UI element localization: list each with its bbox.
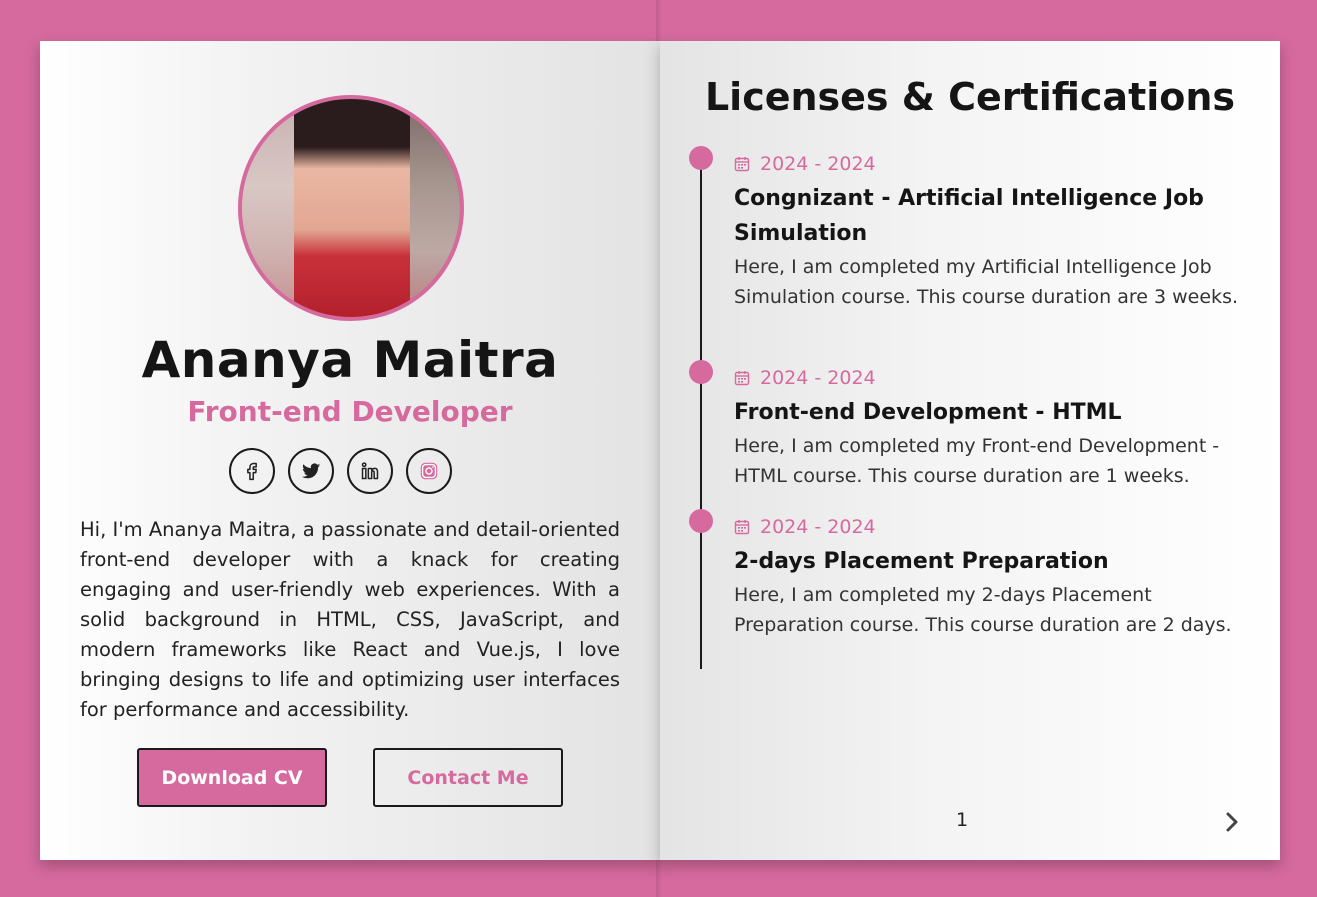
timeline-entry: 2024 - 2024 Front-end Development - HTML… <box>689 360 1244 491</box>
timeline-dot <box>689 360 713 384</box>
entry-date: 2024 - 2024 <box>734 514 1244 540</box>
timeline-line <box>700 161 702 669</box>
timeline-entry: 2024 - 2024 2-days Placement Preparation… <box>689 509 1244 640</box>
facebook-icon <box>247 462 257 481</box>
entry-description: Here, I am completed my Front-end Develo… <box>734 435 1220 487</box>
download-cv-button[interactable]: Download CV <box>137 748 327 807</box>
facebook-link[interactable] <box>229 448 275 494</box>
entry-title: Front-end Development - HTML <box>734 400 1122 425</box>
contact-me-button[interactable]: Contact Me <box>373 748 563 807</box>
page-number: 1 <box>956 809 969 831</box>
calendar-icon <box>734 520 750 535</box>
timeline-dot <box>689 509 713 533</box>
entry-date-text: 2024 - 2024 <box>760 516 876 538</box>
avatar-portrait <box>294 99 410 317</box>
profile-role: Front-end Developer <box>187 395 513 428</box>
linkedin-link[interactable] <box>347 448 393 494</box>
instagram-icon <box>420 462 438 480</box>
entry-description: Here, I am completed my 2-days Placement… <box>734 584 1232 636</box>
timeline-entry: 2024 - 2024 Congnizant - Artificial Inte… <box>689 146 1244 312</box>
timeline-dot <box>689 146 713 170</box>
profile-avatar <box>238 95 464 321</box>
linkedin-icon <box>361 462 379 480</box>
entry-date-text: 2024 - 2024 <box>760 153 876 175</box>
profile-bio: Hi, I'm Ananya Maitra, a passionate and … <box>80 518 620 721</box>
section-title: Licenses & Certifications <box>704 75 1236 119</box>
social-links <box>229 448 452 494</box>
avatar-background <box>242 99 294 317</box>
entry-date-text: 2024 - 2024 <box>760 367 876 389</box>
avatar-background <box>410 99 460 317</box>
next-page-button[interactable] <box>1220 809 1244 835</box>
calendar-icon <box>734 371 750 386</box>
entry-title: Congnizant - Artificial Intelligence Job… <box>734 186 1204 246</box>
certifications-page: Licenses & Certifications 2024 - 2024 Co… <box>660 41 1280 860</box>
profile-name: Ananya Maitra <box>141 331 559 389</box>
calendar-icon <box>734 157 750 172</box>
entry-date: 2024 - 2024 <box>734 151 1244 177</box>
profile-page: Ananya Maitra Front-end Developer Hi, I'… <box>40 41 660 860</box>
entry-date: 2024 - 2024 <box>734 365 1244 391</box>
entry-title: 2-days Placement Preparation <box>734 549 1109 574</box>
twitter-link[interactable] <box>288 448 334 494</box>
twitter-icon <box>301 463 321 479</box>
instagram-link[interactable] <box>406 448 452 494</box>
chevron-right-icon <box>1226 812 1238 832</box>
entry-description: Here, I am completed my Artificial Intel… <box>734 256 1239 308</box>
